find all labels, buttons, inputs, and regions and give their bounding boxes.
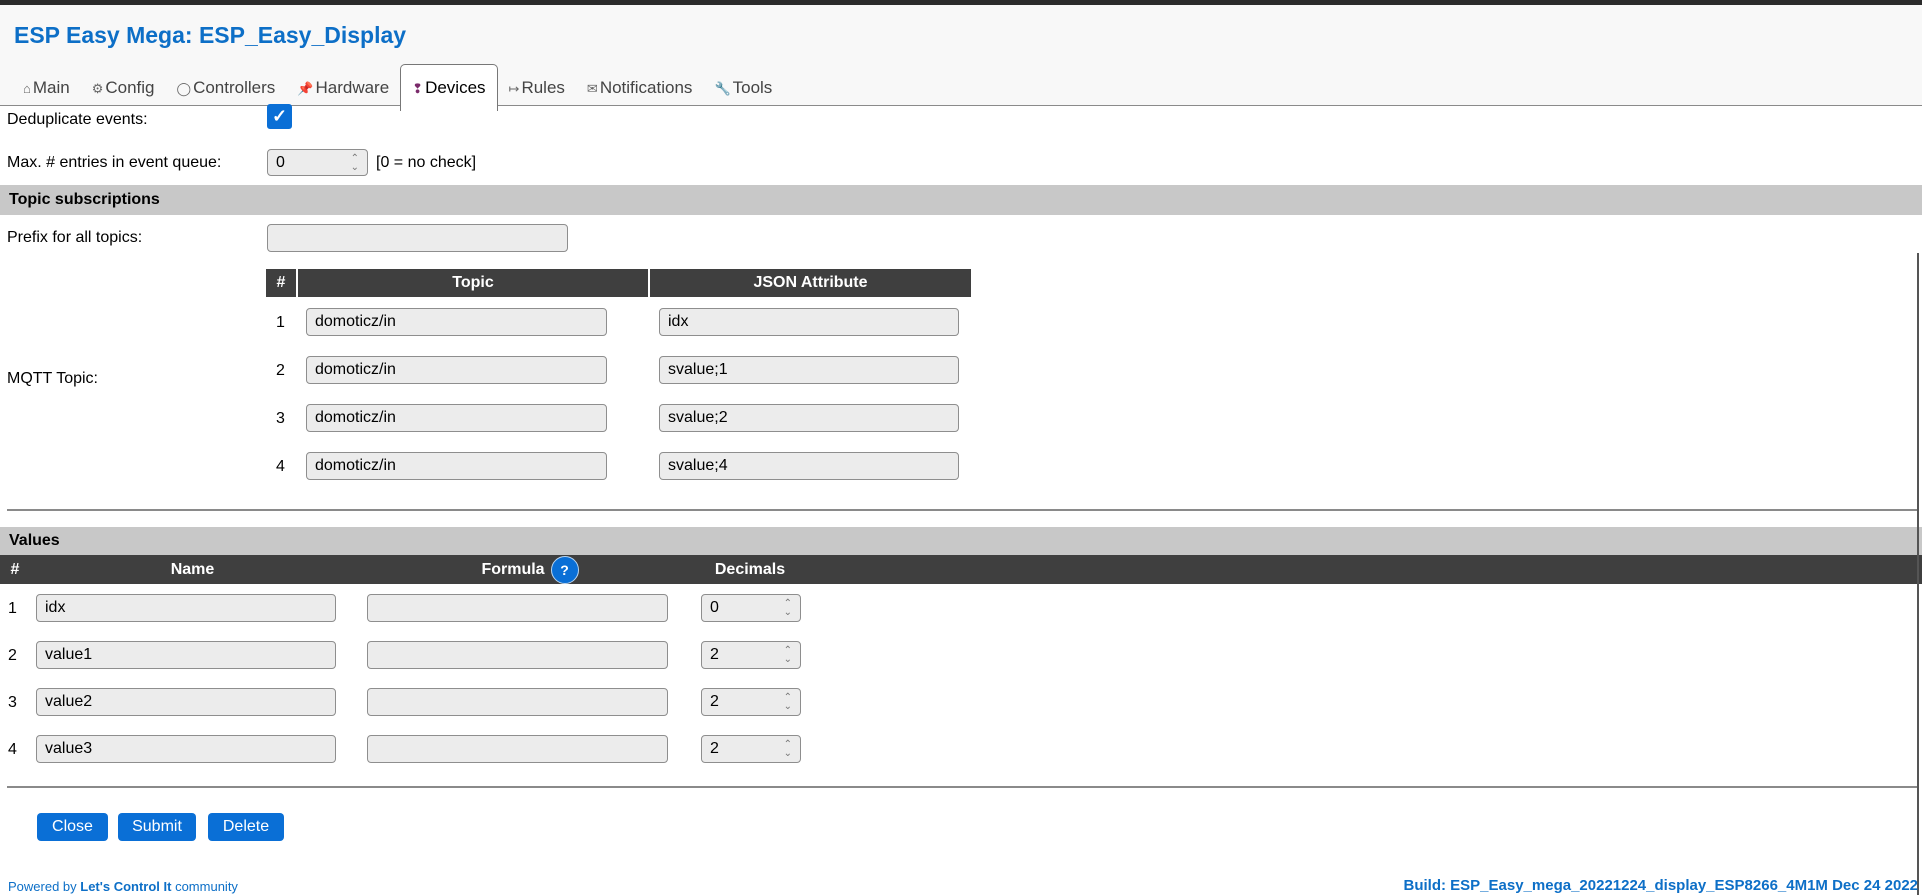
delete-button[interactable]: Delete <box>208 813 284 841</box>
dedup-checkbox[interactable]: ✓ <box>267 104 292 129</box>
powered-prefix: Powered by <box>8 879 81 894</box>
values-section-header: Values <box>0 527 1922 555</box>
value-formula-input[interactable] <box>367 641 668 669</box>
page-title: ESP Easy Mega: ESP_Easy_Display <box>14 22 407 48</box>
stepper-arrows-icon[interactable]: ⌃ ⌄ <box>784 740 792 759</box>
powered-link[interactable]: Let's Control It <box>80 879 171 894</box>
prefix-input[interactable] <box>267 224 568 252</box>
value-name-input[interactable]: value3 <box>36 735 336 763</box>
topic-section-header: Topic subscriptions <box>0 185 1922 215</box>
tab-hardware[interactable]: 📌 Hardware <box>286 66 400 110</box>
decimals-stepper[interactable]: 0 ⌃ ⌄ <box>701 594 801 622</box>
topic-col-json: JSON Attribute <box>650 269 971 297</box>
divider <box>7 786 1917 788</box>
help-icon[interactable]: ? <box>550 555 579 584</box>
speech-bubble-icon: ◯ <box>176 81 192 96</box>
dedup-label: Deduplicate events: <box>7 111 148 128</box>
value-formula-input[interactable] <box>367 688 668 716</box>
queue-stepper[interactable]: 0 ⌃ ⌄ <box>267 149 368 176</box>
value-row-num: 3 <box>8 694 17 711</box>
tab-hardware-label: Hardware <box>315 78 390 97</box>
tab-controllers-label: Controllers <box>193 78 276 97</box>
tab-devices-label: Devices <box>425 78 486 97</box>
envelope-icon: ✉ <box>586 81 598 96</box>
topic-row-num: 2 <box>276 362 285 379</box>
tab-notifications[interactable]: ✉ Notifications <box>576 66 704 110</box>
values-col-name: Name <box>170 561 215 578</box>
queue-value: 0 <box>276 153 285 171</box>
json-attribute-input[interactable]: svalue;4 <box>659 452 959 480</box>
values-col-formula-label: Formula <box>481 561 545 578</box>
topic-input[interactable]: domoticz/in <box>306 308 607 336</box>
decimals-stepper[interactable]: 2 ⌃ ⌄ <box>701 688 801 716</box>
value-row-num: 1 <box>8 600 17 617</box>
values-col-formula: Formula? <box>450 555 610 584</box>
arrow-icon: ↦ <box>508 81 520 96</box>
value-row-num: 2 <box>8 647 17 664</box>
value-formula-input[interactable] <box>367 594 668 622</box>
submit-button[interactable]: Submit <box>118 813 196 841</box>
stepper-arrows-icon[interactable]: ⌃ ⌄ <box>784 693 792 712</box>
pushpin-icon: 📌 <box>297 81 314 96</box>
tab-devices[interactable]: ❢ Devices <box>400 64 498 111</box>
home-icon: ⌂ <box>23 81 31 96</box>
powered-suffix: community <box>171 879 238 894</box>
topic-row-num: 3 <box>276 410 285 427</box>
page-header: ESP Easy Mega: ESP_Easy_Display ⌂ Main ⚙ C… <box>0 5 1922 111</box>
checkmark-icon: ✓ <box>271 106 288 126</box>
tab-config-label: Config <box>105 78 155 97</box>
decimals-value: 0 <box>710 599 719 616</box>
values-col-num: # <box>10 561 20 578</box>
plug-icon: ❢ <box>412 81 424 96</box>
json-attribute-input[interactable]: svalue;2 <box>659 404 959 432</box>
tab-main[interactable]: ⌂ Main <box>12 66 81 110</box>
tab-notifications-label: Notifications <box>599 78 693 97</box>
value-name-input[interactable]: value2 <box>36 688 336 716</box>
tab-tools[interactable]: 🔧 Tools <box>703 66 783 110</box>
topic-input[interactable]: domoticz/in <box>306 404 607 432</box>
stepper-arrows-icon[interactable]: ⌃ ⌄ <box>351 153 359 172</box>
stepper-arrows-icon[interactable]: ⌃ ⌄ <box>784 646 792 665</box>
gear-icon: ⚙ <box>91 81 104 96</box>
value-name-input[interactable]: value1 <box>36 641 336 669</box>
json-attribute-input[interactable]: idx <box>659 308 959 336</box>
tab-tools-label: Tools <box>732 78 773 97</box>
decimals-value: 2 <box>710 740 719 757</box>
value-name-input[interactable]: idx <box>36 594 336 622</box>
values-col-decimals: Decimals <box>714 561 786 578</box>
json-attribute-input[interactable]: svalue;1 <box>659 356 959 384</box>
powered-by: Powered by Let's Control It community <box>8 879 238 894</box>
wrench-icon: 🔧 <box>714 81 731 96</box>
topic-col-topic: Topic <box>298 269 648 297</box>
value-row-num: 4 <box>8 741 17 758</box>
tab-rules[interactable]: ↦ Rules <box>498 66 576 110</box>
topic-input[interactable]: domoticz/in <box>306 356 607 384</box>
nav-tabs: ⌂ Main ⚙ Config ◯ Controllers 📌 Hardware ❢ De… <box>12 59 783 111</box>
tab-rules-label: Rules <box>521 78 565 97</box>
tab-main-label: Main <box>32 78 70 97</box>
topic-col-num: # <box>266 269 296 297</box>
queue-label: Max. # entries in event queue: <box>7 154 222 171</box>
value-formula-input[interactable] <box>367 735 668 763</box>
scrollbar-track[interactable] <box>1917 253 1919 895</box>
build-info: Build: ESP_Easy_mega_20221224_display_ES… <box>1403 877 1919 894</box>
close-button[interactable]: Close <box>37 813 108 841</box>
topic-row-num: 4 <box>276 458 285 475</box>
topic-row-num: 1 <box>276 314 285 331</box>
decimals-stepper[interactable]: 2 ⌃ ⌄ <box>701 641 801 669</box>
mqtt-topic-label: MQTT Topic: <box>7 370 98 387</box>
queue-hint: [0 = no check] <box>376 154 477 171</box>
divider <box>7 509 1917 511</box>
prefix-label: Prefix for all topics: <box>7 229 143 246</box>
decimals-value: 2 <box>710 693 719 710</box>
topic-input[interactable]: domoticz/in <box>306 452 607 480</box>
decimals-stepper[interactable]: 2 ⌃ ⌄ <box>701 735 801 763</box>
decimals-value: 2 <box>710 646 719 663</box>
stepper-arrows-icon[interactable]: ⌃ ⌄ <box>784 599 792 618</box>
tab-config[interactable]: ⚙ Config <box>81 66 166 110</box>
